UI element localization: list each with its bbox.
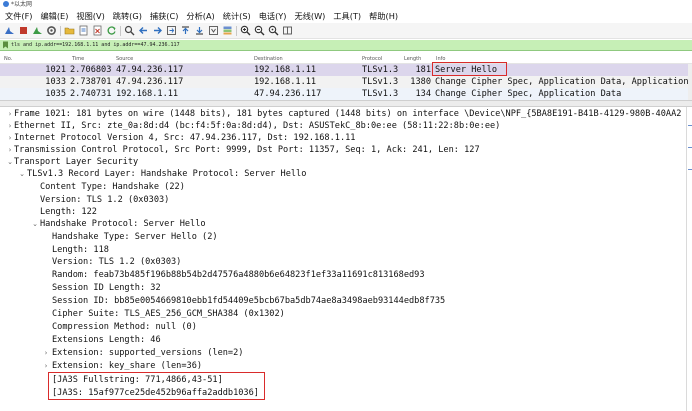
jump-to-icon[interactable] [166,25,177,36]
display-filter-input[interactable]: tls and ip.addr==192.168.1.11 and ip.add… [11,40,180,51]
display-filter-bar[interactable]: tls and ip.addr==192.168.1.11 and ip.add… [0,40,692,51]
zoom-normal-icon[interactable] [268,25,279,36]
packet-source: 192.168.1.11 [116,89,179,99]
menu-capture[interactable]: 捕获(C) [146,9,182,23]
menu-help[interactable]: 帮助(H) [365,9,402,23]
packet-time: 2.706803 [70,65,112,75]
packet-protocol: TLSv1.3 [362,89,399,99]
menu-wireless[interactable]: 无线(W) [291,9,330,23]
menu-file[interactable]: 文件(F) [0,9,36,23]
menu-go[interactable]: 跳转(G) [109,9,146,23]
wireshark-app-icon [3,1,9,7]
go-back-icon[interactable] [138,25,149,36]
packet-list-header: No. Time Source Destination Protocol Len… [0,55,692,64]
restart-icon[interactable] [32,25,43,36]
find-icon[interactable] [124,25,135,36]
packet-info: Change Cipher Spec, Application Data, Ap… [435,77,688,87]
menu-edit[interactable]: 编辑(E) [36,9,72,23]
side-scroll-panel[interactable] [686,107,692,411]
options-gear-icon[interactable] [46,25,57,36]
packet-time: 2.740731 [70,89,112,99]
packet-destination: 192.168.1.11 [254,65,317,75]
column-protocol[interactable]: Protocol [362,55,382,64]
packet-source: 47.94.236.117 [116,65,184,75]
go-last-icon[interactable] [194,25,205,36]
menu-statistics[interactable]: 统计(S) [219,9,255,23]
scroll-marker [688,147,692,148]
close-file-icon[interactable] [92,25,103,36]
packet-time: 2.738701 [70,77,112,87]
toolbar-separator [120,26,121,36]
packet-destination: 192.168.1.11 [254,77,317,87]
packet-row[interactable]: 1033 2.738701 47.94.236.117 192.168.1.11… [0,76,688,88]
zoom-out-icon[interactable] [254,25,265,36]
expand-arrow-icon[interactable]: › [6,132,14,144]
packet-protocol: TLSv1.3 [362,77,399,87]
expand-arrow-icon[interactable]: › [6,120,14,132]
packet-details-tree: › Frame 1021: 181 bytes on wire (1448 bit… [0,107,686,411]
toolbar-separator [60,26,61,36]
autoscroll-icon[interactable] [208,25,219,36]
title-bar: *以太网 [0,0,692,9]
shark-fin-icon[interactable] [4,25,15,36]
packet-destination: 47.94.236.117 [254,89,322,99]
expand-arrow-icon[interactable]: › [42,360,50,372]
collapse-arrow-icon[interactable]: ⌄ [18,168,26,180]
packet-length: 134 [415,89,431,99]
expand-arrow-icon[interactable]: › [6,108,14,120]
expand-arrow-icon[interactable]: › [6,144,14,156]
zoom-in-icon[interactable] [240,25,251,36]
toolbar-separator [236,26,237,36]
column-no[interactable]: No. [4,55,12,64]
go-first-icon[interactable] [180,25,191,36]
column-destination[interactable]: Destination [254,55,283,64]
packet-row[interactable]: 1021 2.706803 47.94.236.117 192.168.1.11… [0,64,688,76]
collapse-arrow-icon[interactable]: ⌄ [31,218,39,230]
column-time[interactable]: Time [72,55,84,64]
colorize-icon[interactable] [222,25,233,36]
expand-arrow-icon[interactable]: › [42,347,50,359]
packet-protocol: TLSv1.3 [362,65,399,75]
scroll-marker [688,125,692,126]
column-length[interactable]: Length [404,55,421,64]
column-source[interactable]: Source [116,55,133,64]
resize-columns-icon[interactable] [282,25,293,36]
open-folder-icon[interactable] [64,25,75,36]
reload-icon[interactable] [106,25,117,36]
packet-list: 1021 2.706803 47.94.236.117 192.168.1.11… [0,64,688,100]
scroll-marker [688,169,692,170]
main-toolbar [0,23,692,39]
packet-no: 1021 [45,65,66,75]
packet-row[interactable]: 1035 2.740731 192.168.1.11 47.94.236.117… [0,88,688,100]
menu-view[interactable]: 视图(V) [72,9,108,23]
pane-splitter[interactable] [0,100,692,107]
packet-source: 47.94.236.117 [116,77,184,87]
packet-length: 181 [415,65,431,75]
bookmark-icon[interactable] [2,41,9,49]
save-file-icon[interactable] [78,25,89,36]
menu-analyze[interactable]: 分析(A) [182,9,218,23]
packet-list-scrollbar[interactable] [688,64,692,100]
packet-no: 1035 [45,89,66,99]
menu-tools[interactable]: 工具(T) [329,9,365,23]
packet-length: 1380 [410,77,431,87]
packet-no: 1033 [45,77,66,87]
column-info[interactable]: Info [436,55,445,64]
menu-bar: 文件(F) 编辑(E) 视图(V) 跳转(G) 捕获(C) 分析(A) 统计(S… [0,9,692,23]
go-forward-icon[interactable] [152,25,163,36]
collapse-arrow-icon[interactable]: ⌄ [6,156,14,168]
window-title: *以太网 [11,1,33,8]
packet-info: Server Hello [435,65,498,75]
packet-info: Change Cipher Spec, Application Data [435,89,622,99]
stop-icon[interactable] [18,25,29,36]
menu-telephony[interactable]: 电话(Y) [255,9,291,23]
